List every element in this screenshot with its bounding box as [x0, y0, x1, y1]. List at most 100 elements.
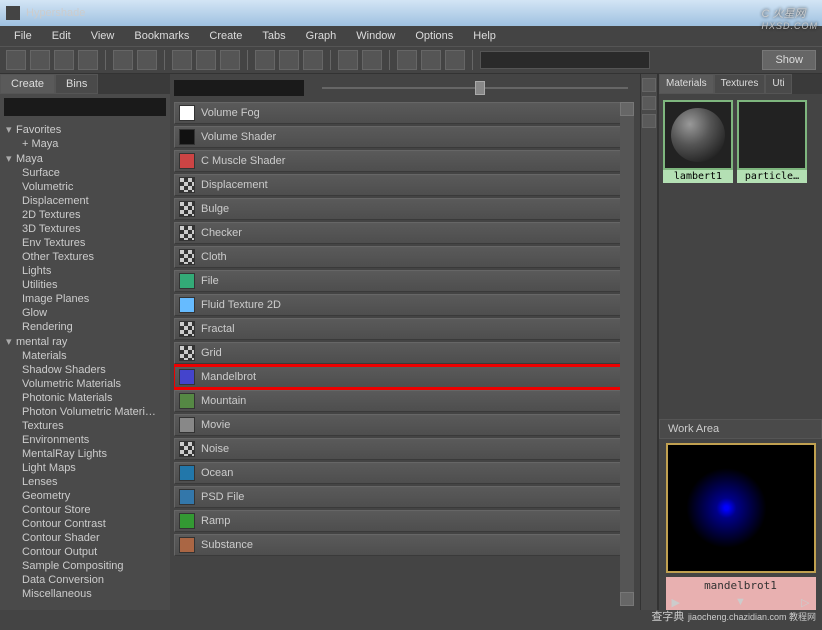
node-movie[interactable]: Movie: [174, 414, 634, 436]
swatch-lambert1[interactable]: lambert1: [663, 100, 733, 183]
tree-item[interactable]: Photon Volumetric Materi…: [4, 405, 166, 419]
tree-item[interactable]: Glow: [4, 306, 166, 320]
node-bulge[interactable]: Bulge: [174, 198, 634, 220]
toolbar-btn[interactable]: [397, 50, 417, 70]
zoom-slider[interactable]: [322, 87, 628, 89]
node-mountain[interactable]: Mountain: [174, 390, 634, 412]
menu-options[interactable]: Options: [405, 28, 463, 44]
work-area-node[interactable]: [666, 443, 816, 573]
menu-file[interactable]: File: [4, 28, 42, 44]
tree-item[interactable]: Contour Store: [4, 503, 166, 517]
tab-create[interactable]: Create: [0, 74, 55, 94]
toolbar-btn[interactable]: [421, 50, 441, 70]
tab-materials[interactable]: Materials: [659, 74, 714, 94]
filter-bar[interactable]: [4, 98, 166, 116]
toolbar-btn[interactable]: [30, 50, 50, 70]
scroll-down-icon[interactable]: [620, 592, 634, 606]
menu-bookmarks[interactable]: Bookmarks: [124, 28, 199, 44]
toolbar-btn[interactable]: [220, 50, 240, 70]
show-button[interactable]: Show: [762, 50, 816, 70]
tree-item[interactable]: + Maya: [4, 137, 166, 151]
tree-item[interactable]: Sample Compositing: [4, 559, 166, 573]
search-input[interactable]: [480, 51, 650, 69]
scroll-up-icon[interactable]: [620, 102, 634, 116]
node-fluid-texture-2d[interactable]: Fluid Texture 2D: [174, 294, 634, 316]
toolbar-btn[interactable]: [78, 50, 98, 70]
node-volume-fog[interactable]: Volume Fog: [174, 102, 634, 124]
tree-item[interactable]: Contour Shader: [4, 531, 166, 545]
menu-edit[interactable]: Edit: [42, 28, 81, 44]
tree-item[interactable]: Contour Output: [4, 545, 166, 559]
toolbar-btn[interactable]: [445, 50, 465, 70]
toolbar-btn[interactable]: [6, 50, 26, 70]
tree-item[interactable]: 3D Textures: [4, 222, 166, 236]
node-noise[interactable]: Noise: [174, 438, 634, 460]
node-checker[interactable]: Checker: [174, 222, 634, 244]
menu-create[interactable]: Create: [199, 28, 252, 44]
vtool-btn[interactable]: [642, 114, 656, 128]
tree-item[interactable]: Shadow Shaders: [4, 363, 166, 377]
tree-item[interactable]: Materials: [4, 349, 166, 363]
node-psd-file[interactable]: PSD File: [174, 486, 634, 508]
tree-item[interactable]: Environments: [4, 433, 166, 447]
toolbar-btn[interactable]: [279, 50, 299, 70]
tree-item[interactable]: Geometry: [4, 489, 166, 503]
tree-item[interactable]: Textures: [4, 419, 166, 433]
tree-item[interactable]: Rendering: [4, 320, 166, 334]
tree-item[interactable]: Other Textures: [4, 250, 166, 264]
node-volume-shader[interactable]: Volume Shader: [174, 126, 634, 148]
node-displacement[interactable]: Displacement: [174, 174, 634, 196]
menu-tabs[interactable]: Tabs: [252, 28, 295, 44]
tree-item[interactable]: Image Planes: [4, 292, 166, 306]
tree-item[interactable]: ▾Maya: [4, 151, 166, 166]
toolbar-btn[interactable]: [196, 50, 216, 70]
vtool-btn[interactable]: [642, 78, 656, 92]
tree-item[interactable]: ▾Favorites: [4, 122, 166, 137]
toolbar-btn[interactable]: [303, 50, 323, 70]
node-c-muscle-shader[interactable]: C Muscle Shader: [174, 150, 634, 172]
tree-item[interactable]: Lights: [4, 264, 166, 278]
menu-window[interactable]: Window: [346, 28, 405, 44]
menu-help[interactable]: Help: [463, 28, 506, 44]
toolbar-btn[interactable]: [255, 50, 275, 70]
tree-item[interactable]: Miscellaneous: [4, 587, 166, 601]
tree-item[interactable]: Surface: [4, 166, 166, 180]
tab-textures[interactable]: Textures: [714, 74, 766, 94]
tree-item[interactable]: Photonic Materials: [4, 391, 166, 405]
tree-item[interactable]: Volumetric: [4, 180, 166, 194]
menu-view[interactable]: View: [81, 28, 125, 44]
node-cloth[interactable]: Cloth: [174, 246, 634, 268]
toolbar-btn[interactable]: [137, 50, 157, 70]
tree-item[interactable]: Lenses: [4, 475, 166, 489]
tree-item[interactable]: 2D Textures: [4, 208, 166, 222]
swatch-particle[interactable]: particle…: [737, 100, 807, 183]
name-field[interactable]: [174, 80, 304, 96]
menu-graph[interactable]: Graph: [296, 28, 347, 44]
tab-bins[interactable]: Bins: [55, 74, 98, 94]
tree-item[interactable]: Data Conversion: [4, 573, 166, 587]
toolbar-btn[interactable]: [362, 50, 382, 70]
tree-item[interactable]: Env Textures: [4, 236, 166, 250]
tree-item[interactable]: ▾mental ray: [4, 334, 166, 349]
tree-item[interactable]: MentalRay Lights: [4, 447, 166, 461]
node-file[interactable]: File: [174, 270, 634, 292]
slider-thumb[interactable]: [475, 81, 485, 95]
node-ocean[interactable]: Ocean: [174, 462, 634, 484]
play-left-icon[interactable]: ▶: [672, 596, 680, 609]
toolbar-btn[interactable]: [338, 50, 358, 70]
node-substance[interactable]: Substance: [174, 534, 634, 556]
node-ramp[interactable]: Ramp: [174, 510, 634, 532]
tree-item[interactable]: Light Maps: [4, 461, 166, 475]
vtool-btn[interactable]: [642, 96, 656, 110]
tree-item[interactable]: Contour Contrast: [4, 517, 166, 531]
node-grid[interactable]: Grid: [174, 342, 634, 364]
tab-utilities[interactable]: Uti: [765, 74, 791, 94]
node-mandelbrot[interactable]: Mandelbrot: [174, 366, 634, 388]
toolbar-btn[interactable]: [172, 50, 192, 70]
tree-item[interactable]: Displacement: [4, 194, 166, 208]
play-right-icon[interactable]: ▷: [801, 596, 809, 609]
scrollbar[interactable]: [620, 102, 634, 606]
tree-item[interactable]: Volumetric Materials: [4, 377, 166, 391]
tree-item[interactable]: Utilities: [4, 278, 166, 292]
toolbar-btn[interactable]: [54, 50, 74, 70]
